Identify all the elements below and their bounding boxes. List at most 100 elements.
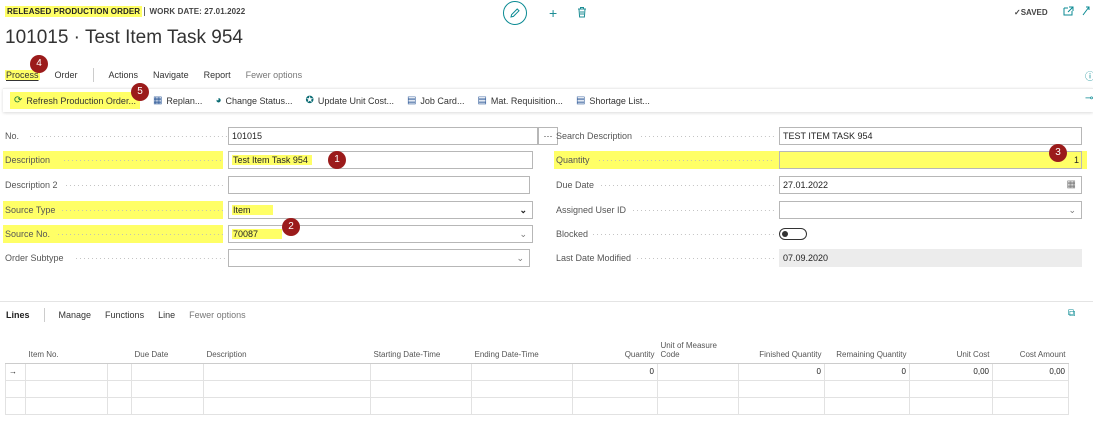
tab-order[interactable]: Order	[55, 70, 78, 80]
table-cell[interactable]	[572, 396, 658, 415]
table-cell[interactable]	[5, 396, 26, 415]
table-cell[interactable]	[203, 379, 371, 398]
caption-divider	[144, 7, 146, 17]
table-cell[interactable]	[992, 379, 1069, 398]
mat-requisition-button[interactable]: ▤ Mat. Requisition...	[477, 95, 562, 106]
column-header[interactable]: Starting Date-Time	[370, 340, 472, 364]
search-description-input[interactable]: TEST ITEM TASK 954	[779, 127, 1082, 145]
column-header[interactable]: Quantity	[572, 340, 658, 364]
column-header[interactable]: Due Date	[131, 340, 204, 364]
column-header[interactable]: Item No.	[25, 340, 108, 364]
due-date-input[interactable]: 27.01.2022 ▦	[779, 176, 1082, 194]
table-cell[interactable]: 0,00	[992, 362, 1069, 381]
table-cell[interactable]	[992, 396, 1069, 415]
assigned-user-field: Assigned User ID ·······················…	[556, 201, 1086, 219]
table-cell[interactable]	[738, 396, 825, 415]
job-card-button[interactable]: ▤ Job Card...	[407, 95, 464, 106]
edit-button[interactable]	[503, 1, 527, 25]
page-caption: RELEASED PRODUCTION ORDER WORK DATE: 27.…	[5, 6, 245, 17]
lines-fewer-options[interactable]: Fewer options	[189, 310, 246, 320]
assigned-user-select[interactable]: ⌄	[779, 201, 1082, 219]
table-cell[interactable]	[131, 362, 204, 381]
refresh-production-order-button[interactable]: ⟳ Refresh Production Order...	[10, 92, 140, 109]
table-cell[interactable]	[370, 396, 472, 415]
description2-input[interactable]	[228, 176, 530, 194]
column-header[interactable]: Unit Cost	[909, 340, 993, 364]
table-cell[interactable]	[25, 379, 108, 398]
order-subtype-select[interactable]: ⌄	[228, 249, 530, 267]
dot-leader: ······································	[640, 131, 776, 141]
table-cell[interactable]	[5, 379, 26, 398]
table-cell[interactable]	[131, 396, 204, 415]
row-arrow-icon[interactable]: →	[5, 362, 26, 381]
dot-leader: ········································…	[600, 180, 776, 190]
replan-icon: ▦	[152, 95, 163, 106]
table-cell[interactable]	[657, 362, 739, 381]
column-header[interactable]: Remaining Quantity	[824, 340, 910, 364]
info-icon[interactable]: ⓘ	[1085, 68, 1093, 83]
table-row[interactable]: → 0 0 0 0,00 0,00	[5, 362, 1069, 381]
source-type-select[interactable]: Item ⌄	[228, 201, 533, 219]
change-status-button[interactable]: ◕ Change Status...	[215, 95, 292, 106]
table-cell[interactable]: 0	[824, 362, 910, 381]
description2-label: Description 2	[5, 180, 58, 190]
add-icon[interactable]: +	[549, 5, 557, 21]
column-header[interactable]: Cost Amount	[992, 340, 1069, 364]
shortage-list-button[interactable]: ▤ Shortage List...	[576, 95, 650, 106]
lines-manage-menu[interactable]: Manage	[59, 310, 92, 320]
lines-functions-menu[interactable]: Functions	[105, 310, 144, 320]
table-cell[interactable]	[738, 379, 825, 398]
table-cell[interactable]	[909, 379, 993, 398]
table-cell[interactable]	[25, 362, 108, 381]
table-row[interactable]	[5, 379, 1069, 398]
table-cell[interactable]	[824, 396, 910, 415]
collapse-icon[interactable]	[1082, 6, 1090, 19]
table-cell[interactable]	[203, 396, 371, 415]
column-header[interactable]: Unit of Measure Code	[657, 340, 739, 364]
table-row[interactable]	[5, 396, 1069, 415]
table-cell[interactable]: 0	[572, 362, 658, 381]
quantity-input[interactable]: 1	[779, 151, 1082, 169]
table-cell[interactable]	[824, 379, 910, 398]
replan-button[interactable]: ▦ Replan...	[153, 95, 202, 106]
no-assist-button[interactable]: ···	[538, 127, 558, 145]
description-input[interactable]: Test Item Task 954	[228, 151, 533, 169]
open-new-window-icon[interactable]	[1063, 6, 1074, 19]
table-cell[interactable]: 0	[738, 362, 825, 381]
column-header[interactable]: Ending Date-Time	[471, 340, 573, 364]
table-cell[interactable]	[370, 379, 472, 398]
table-cell[interactable]	[471, 362, 573, 381]
saved-status: ✓SAVED	[1014, 8, 1048, 17]
table-cell[interactable]	[203, 362, 371, 381]
tab-navigate[interactable]: Navigate	[153, 70, 189, 80]
source-no-input[interactable]: 70087 ⌄	[228, 225, 533, 243]
tab-actions[interactable]: Actions	[109, 70, 139, 80]
table-cell[interactable]	[370, 362, 472, 381]
table-cell[interactable]	[657, 379, 739, 398]
column-header[interactable]: Description	[203, 340, 371, 364]
tab-report[interactable]: Report	[204, 70, 231, 80]
no-input[interactable]: 101015	[228, 127, 538, 145]
table-cell[interactable]	[657, 396, 739, 415]
expand-lines-icon[interactable]: ⧉	[1068, 308, 1075, 319]
table-cell[interactable]	[107, 396, 132, 415]
update-unit-cost-button[interactable]: ✪ Update Unit Cost...	[306, 95, 394, 106]
table-cell[interactable]	[471, 396, 573, 415]
table-cell[interactable]: 0,00	[909, 362, 993, 381]
fewer-options-link[interactable]: Fewer options	[246, 70, 303, 80]
table-cell[interactable]	[131, 379, 204, 398]
table-cell[interactable]	[909, 396, 993, 415]
table-cell[interactable]	[471, 379, 573, 398]
delete-icon[interactable]	[577, 5, 587, 21]
column-header[interactable]: Finished Quantity	[738, 340, 825, 364]
table-cell[interactable]	[572, 379, 658, 398]
pin-icon[interactable]: ⊸	[1085, 93, 1093, 104]
table-cell[interactable]	[25, 396, 108, 415]
blocked-label: Blocked	[556, 229, 589, 239]
blocked-toggle[interactable]	[779, 228, 807, 240]
calendar-icon[interactable]: ▦	[1067, 177, 1076, 193]
dot-leader: ········································…	[29, 131, 227, 141]
table-cell[interactable]	[107, 379, 132, 398]
lines-line-menu[interactable]: Line	[158, 310, 175, 320]
table-cell[interactable]	[107, 362, 132, 381]
